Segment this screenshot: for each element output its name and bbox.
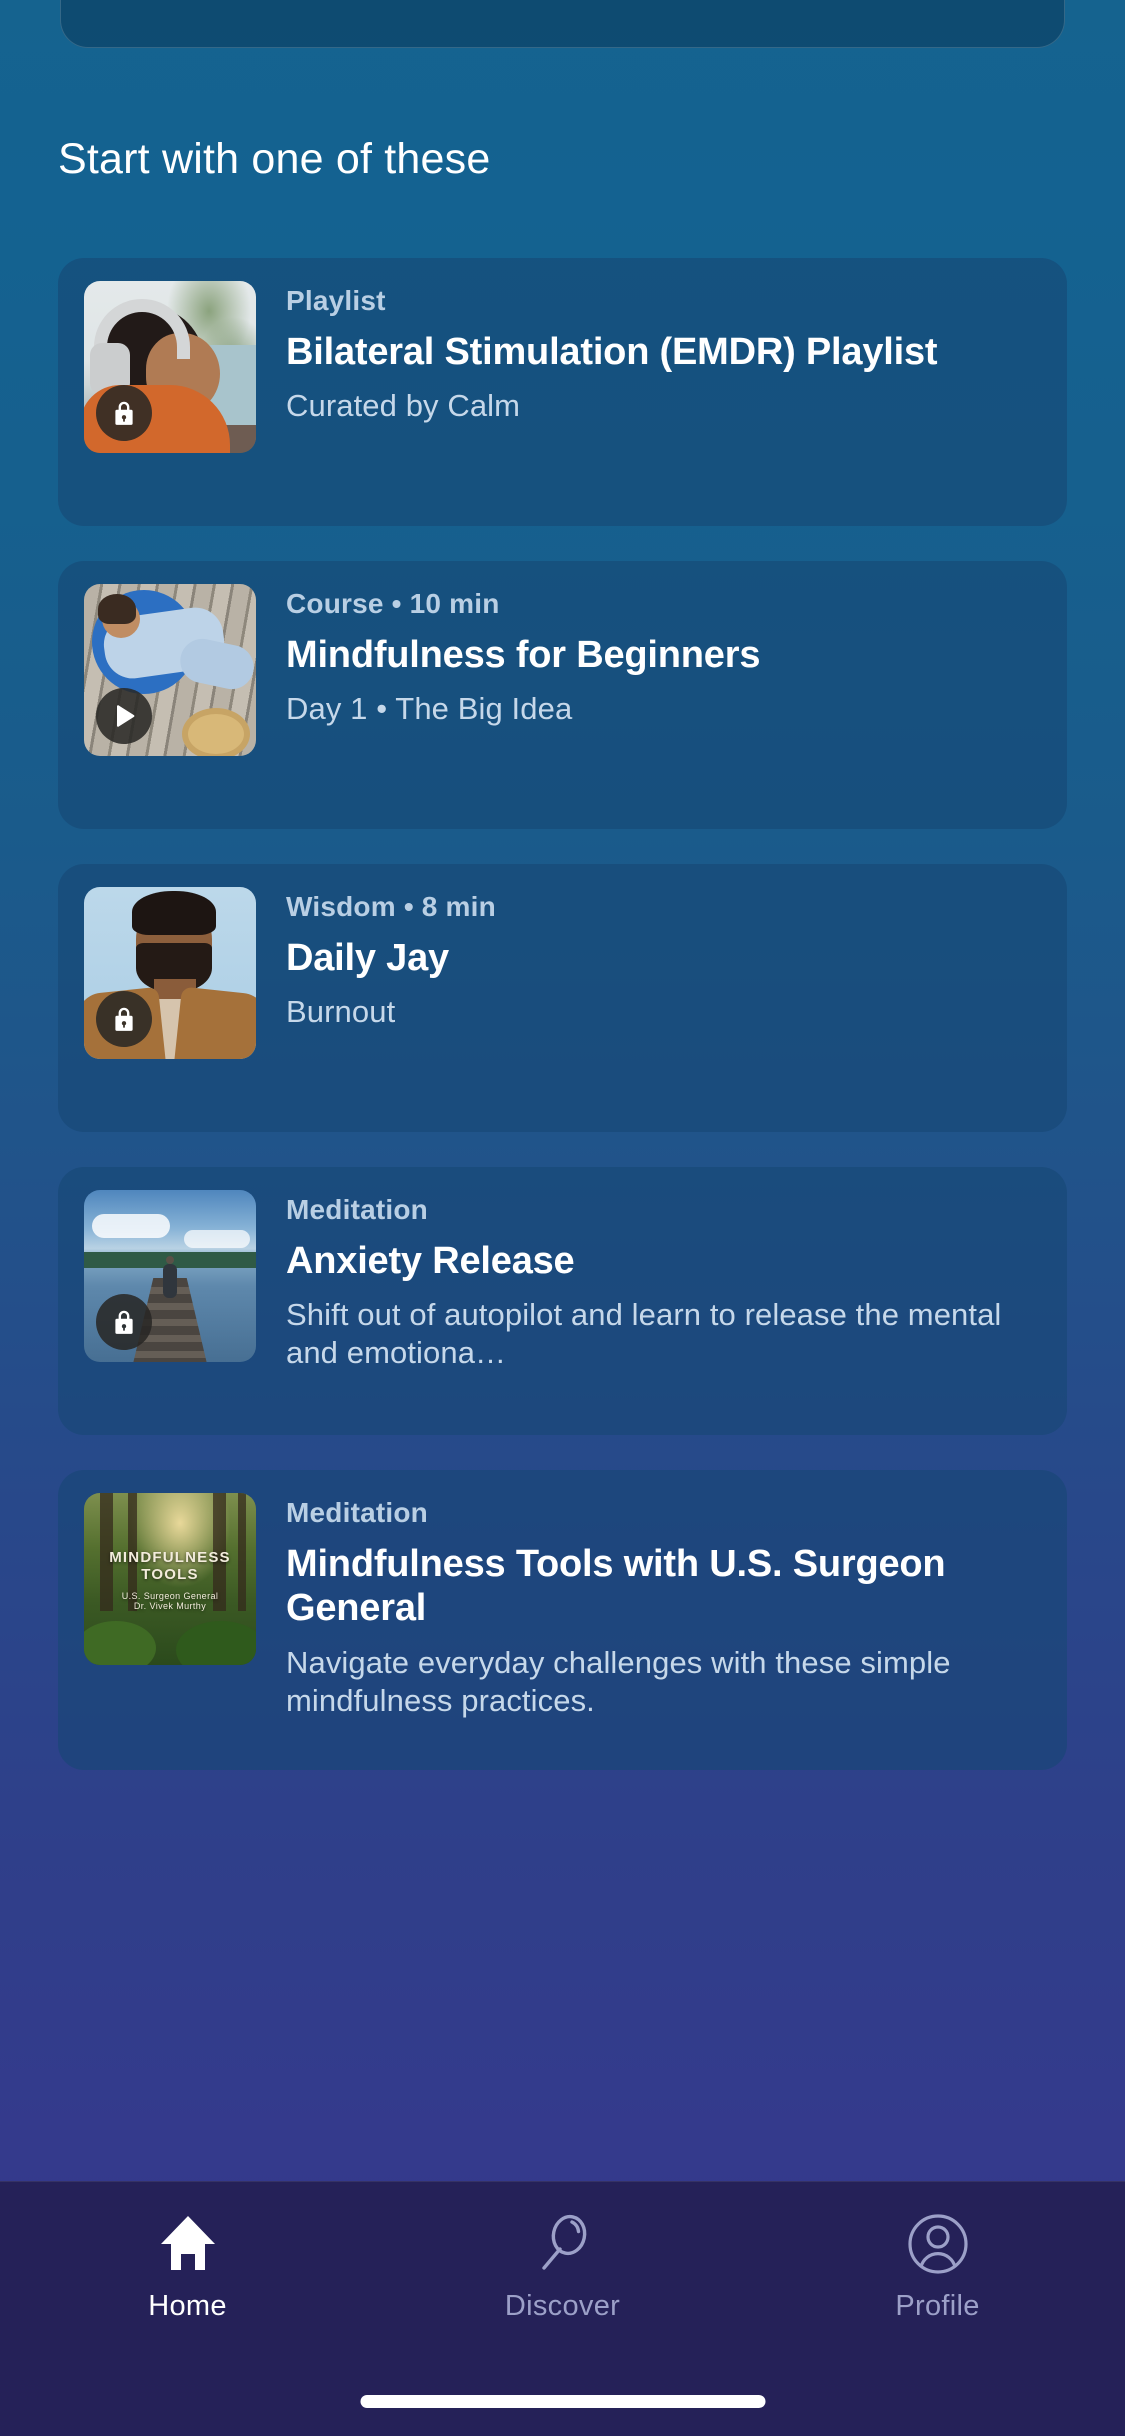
lock-icon — [96, 385, 152, 441]
card-kicker: Wisdom • 8 min — [286, 891, 496, 922]
list-item[interactable]: Course • 10 min Mindfulness for Beginner… — [58, 561, 1067, 829]
calm-home-screen: Start with one of these Playlist Bilater… — [0, 0, 1125, 2436]
card-kicker: Meditation — [286, 1194, 428, 1225]
card-text: Playlist Bilateral Stimulation (EMDR) Pl… — [256, 281, 1043, 425]
card-thumbnail[interactable] — [84, 887, 256, 1059]
cover-line-2: TOOLS — [141, 1566, 199, 1584]
artwork-forest-cover: MINDFULNESS TOOLS U.S. Surgeon General D… — [84, 1493, 256, 1665]
card-text: Course • 10 min Mindfulness for Beginner… — [256, 584, 1043, 728]
list-item[interactable]: Playlist Bilateral Stimulation (EMDR) Pl… — [58, 258, 1067, 526]
card-text: Meditation Anxiety Release Shift out of … — [256, 1190, 1043, 1372]
list-item[interactable]: Meditation Anxiety Release Shift out of … — [58, 1167, 1067, 1435]
card-subtitle: Shift out of autopilot and learn to rele… — [286, 1297, 1002, 1371]
card-thumbnail[interactable] — [84, 1190, 256, 1362]
card-subtitle: Curated by Calm — [286, 388, 521, 424]
list-item[interactable]: Wisdom • 8 min Daily Jay Burnout — [58, 864, 1067, 1132]
cover-title-overlay: MINDFULNESS TOOLS U.S. Surgeon General D… — [84, 1549, 256, 1611]
card-thumbnail[interactable] — [84, 584, 256, 756]
card-title: Anxiety Release — [286, 1240, 575, 1282]
card-text: Meditation Mindfulness Tools with U.S. S… — [256, 1493, 1043, 1720]
card-subtitle: Day 1 • The Big Idea — [286, 691, 573, 727]
list-item[interactable]: MINDFULNESS TOOLS U.S. Surgeon General D… — [58, 1470, 1067, 1770]
recommendation-list: Playlist Bilateral Stimulation (EMDR) Pl… — [0, 258, 1125, 1805]
tab-profile-label: Profile — [895, 2290, 980, 2322]
tab-discover-label: Discover — [504, 2290, 621, 2322]
card-kicker: Meditation — [286, 1497, 428, 1528]
lock-icon — [96, 1294, 152, 1350]
card-title: Mindfulness Tools with U.S. Surgeon Gene… — [286, 1543, 946, 1630]
cover-line-3: U.S. Surgeon General — [121, 1590, 219, 1601]
tab-home[interactable]: Home — [0, 2206, 375, 2436]
tab-home-label: Home — [148, 2290, 227, 2322]
card-kicker: Playlist — [286, 285, 386, 316]
search-icon — [532, 2206, 594, 2282]
cover-line-1: MINDFULNESS — [109, 1549, 231, 1566]
card-title: Bilateral Stimulation (EMDR) Playlist — [286, 331, 938, 373]
tab-profile[interactable]: Profile — [750, 2206, 1125, 2436]
card-title: Mindfulness for Beginners — [286, 634, 761, 676]
home-indicator[interactable] — [360, 2395, 765, 2408]
person-circle-icon — [907, 2206, 969, 2282]
card-subtitle: Navigate everyday challenges with these … — [286, 1644, 951, 1718]
home-icon — [157, 2206, 219, 2282]
play-icon[interactable] — [96, 688, 152, 744]
lock-icon — [96, 991, 152, 1047]
card-title: Daily Jay — [286, 937, 449, 979]
partial-card-above[interactable] — [60, 0, 1065, 48]
card-text: Wisdom • 8 min Daily Jay Burnout — [256, 887, 1043, 1031]
card-kicker: Course • 10 min — [286, 588, 500, 619]
section-heading: Start with one of these — [58, 135, 491, 183]
card-subtitle: Burnout — [286, 994, 396, 1030]
card-thumbnail[interactable] — [84, 281, 256, 453]
card-thumbnail[interactable]: MINDFULNESS TOOLS U.S. Surgeon General D… — [84, 1493, 256, 1665]
cover-line-4: Dr. Vivek Murthy — [133, 1600, 207, 1611]
